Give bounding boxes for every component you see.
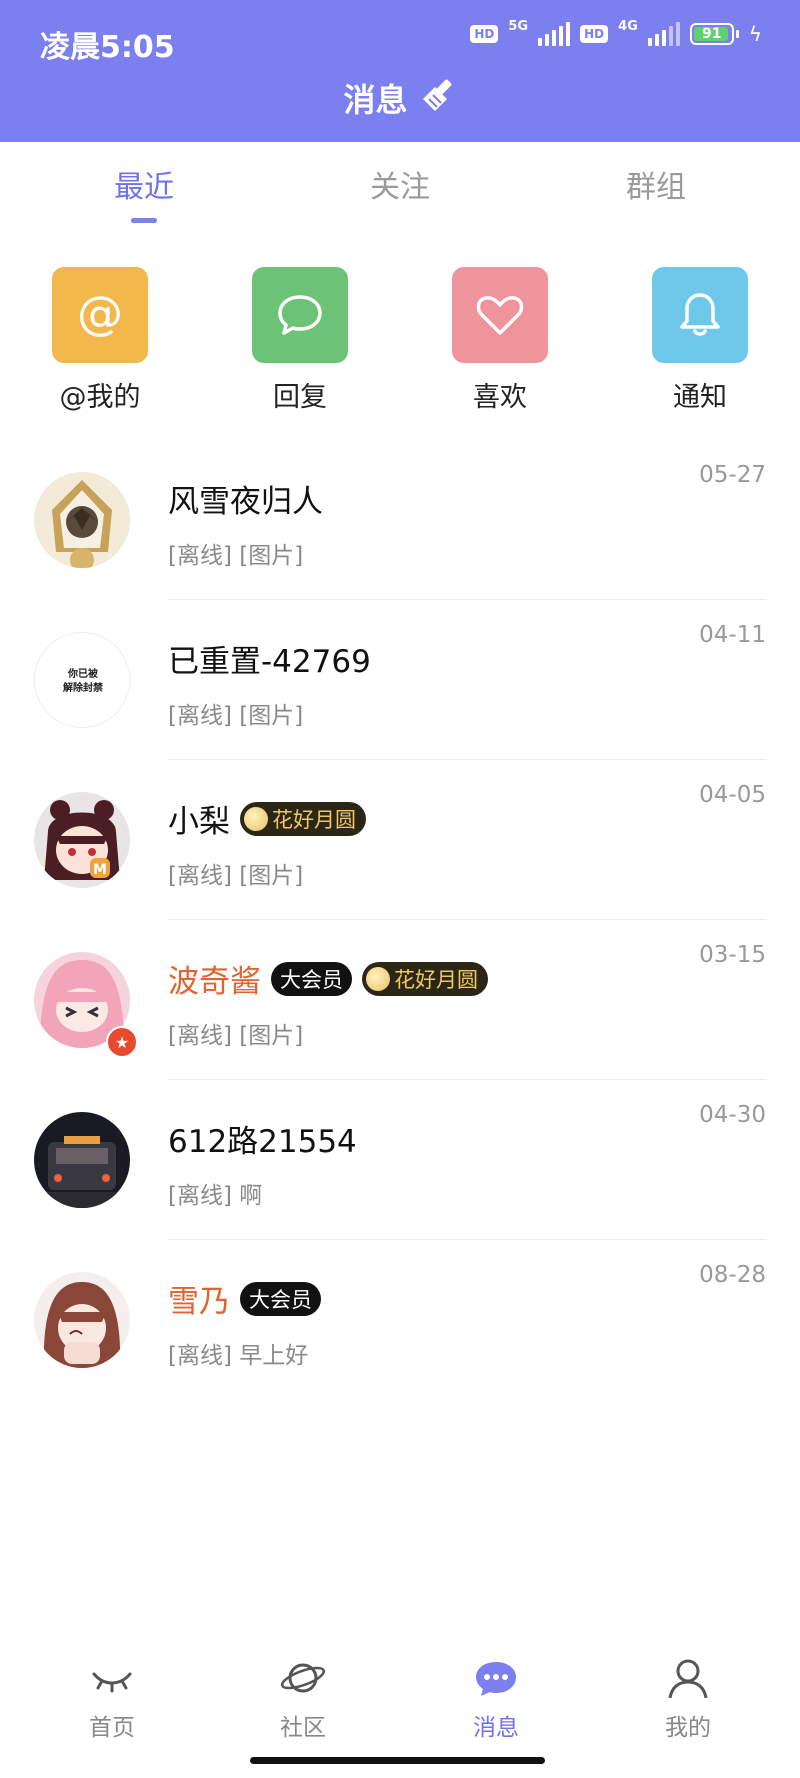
nav-messages[interactable]: 消息 <box>446 1658 546 1742</box>
hd-badge: HD <box>470 25 499 43</box>
signal-bars-icon-2 <box>647 22 680 46</box>
contact-name: 已重置-42769 <box>168 644 371 680</box>
avatar[interactable] <box>34 472 130 568</box>
conversation-row[interactable]: 风雪夜归人 [离线] [图片] 05-27 <box>0 440 800 600</box>
quick-actions: @ @我的 回复 喜欢 通知 <box>0 267 800 413</box>
nav-profile[interactable]: 我的 <box>638 1658 738 1742</box>
moon-badge-label: 花好月圆 <box>394 967 478 992</box>
nav-community[interactable]: 社区 <box>253 1658 353 1742</box>
vip-badge: 大会员 <box>271 961 352 996</box>
tab-following[interactable]: 关注 <box>370 162 430 206</box>
message-date: 05-27 <box>699 462 766 488</box>
conversation-row[interactable]: 雪乃 大会员 [离线] 早上好 08-28 <box>0 1240 800 1400</box>
svg-text:M: M <box>93 862 107 878</box>
nav-label: 社区 <box>280 1715 326 1741</box>
network-type-4g: 4G <box>618 18 638 34</box>
name-line: 风雪夜归人 <box>168 476 323 521</box>
message-icon <box>476 1662 516 1696</box>
bell-icon <box>652 267 748 363</box>
eye-closed-icon <box>92 1672 132 1693</box>
avatar[interactable] <box>34 1112 130 1208</box>
app-header: 凌晨5:05 HD 5G HD 4G 91 ϟ 消息 <box>0 0 800 142</box>
replies-button[interactable]: 回复 <box>240 267 360 414</box>
likes-button[interactable]: 喜欢 <box>440 267 560 414</box>
status-indicators: HD 5G HD 4G 91 ϟ <box>470 18 762 46</box>
notifications-button[interactable]: 通知 <box>640 267 760 414</box>
mentions-label: @我的 <box>59 382 141 413</box>
moon-badge: 花好月圆 <box>240 801 366 836</box>
moon-icon <box>366 966 390 991</box>
message-date: 04-05 <box>699 782 766 808</box>
conversation-row[interactable]: 612路21554 [离线] 啊 04-30 <box>0 1080 800 1240</box>
page-title: 消息 <box>343 81 408 119</box>
charging-icon: ϟ <box>748 22 762 46</box>
contact-name: 612路21554 <box>168 1124 357 1160</box>
nav-home[interactable]: 首页 <box>62 1658 162 1742</box>
planet-icon <box>280 1663 326 1693</box>
name-line: 已重置-42769 <box>168 636 371 681</box>
likes-label: 喜欢 <box>473 382 527 413</box>
name-line: 波奇酱 大会员 花好月圆 <box>168 956 488 1001</box>
notifications-label: 通知 <box>673 382 727 413</box>
conversation-row[interactable]: ★ 波奇酱 大会员 花好月圆 [离线] [图片] 03-15 <box>0 920 800 1080</box>
moon-icon <box>244 806 268 831</box>
at-icon: @ <box>52 267 148 363</box>
conversation-row[interactable]: 你已被 解除封禁 已重置-42769 [离线] [图片] 04-11 <box>0 600 800 760</box>
name-line: 小梨 花好月圆 <box>168 796 366 841</box>
message-tabs: 最近 关注 群组 <box>0 142 800 234</box>
svg-text:@: @ <box>77 287 123 340</box>
status-time: 凌晨5:05 <box>40 30 175 65</box>
tab-recent[interactable]: 最近 <box>114 162 174 206</box>
name-line: 612路21554 <box>168 1116 357 1161</box>
message-date: 03-15 <box>699 942 766 968</box>
avatar[interactable] <box>34 1272 130 1368</box>
nav-label: 首页 <box>89 1715 135 1741</box>
battery-tip <box>735 30 739 38</box>
nav-label: 消息 <box>473 1715 519 1741</box>
message-date: 08-28 <box>699 1262 766 1288</box>
hd-badge-2: HD <box>580 25 609 43</box>
contact-name: 雪乃 <box>168 1284 230 1320</box>
signal-bars-icon <box>538 22 571 46</box>
home-indicator[interactable] <box>250 1757 545 1764</box>
chat-bubble-icon <box>252 267 348 363</box>
tab-groups[interactable]: 群组 <box>626 162 686 206</box>
tab-active-indicator <box>131 218 157 223</box>
contact-name: 小梨 <box>168 804 230 840</box>
contact-name: 风雪夜归人 <box>168 484 323 520</box>
message-preview: [离线] [图片] <box>168 1023 304 1049</box>
message-preview: [离线] 早上好 <box>168 1343 309 1369</box>
person-icon <box>668 1659 708 1699</box>
avatar[interactable]: 你已被 解除封禁 <box>34 632 130 728</box>
header-title-wrap: 消息 <box>0 75 800 121</box>
conversation-row[interactable]: M 小梨 花好月圆 [离线] [图片] 04-05 <box>0 760 800 920</box>
vip-badge: 大会员 <box>240 1281 321 1316</box>
message-preview: [离线] [图片] <box>168 863 304 889</box>
bottom-nav: 首页 社区 消息 我的 <box>0 1640 800 1750</box>
message-preview: [离线] [图片] <box>168 543 304 569</box>
nav-label: 我的 <box>665 1715 711 1741</box>
broom-clear-icon[interactable] <box>419 77 457 119</box>
avatar[interactable]: M <box>34 792 130 888</box>
conversation-list: 风雪夜归人 [离线] [图片] 05-27 你已被 解除封禁 已重置-42769… <box>0 440 800 1400</box>
moon-badge-label: 花好月圆 <box>272 807 356 832</box>
network-type-5g: 5G <box>508 18 529 34</box>
message-date: 04-30 <box>699 1102 766 1128</box>
svg-text:你已被: 你已被 <box>67 667 99 680</box>
replies-label: 回复 <box>273 382 327 413</box>
battery-icon: 91 <box>689 23 734 45</box>
name-line: 雪乃 大会员 <box>168 1276 321 1321</box>
battery-percent: 91 <box>702 26 722 42</box>
heart-icon <box>452 267 548 363</box>
mentions-button[interactable]: @ @我的 <box>40 267 160 414</box>
message-date: 04-11 <box>699 622 766 648</box>
contact-name: 波奇酱 <box>168 964 261 1000</box>
star-badge-icon: ★ <box>106 1026 138 1058</box>
svg-text:解除封禁: 解除封禁 <box>63 681 103 694</box>
message-preview: [离线] [图片] <box>168 703 304 729</box>
message-preview: [离线] 啊 <box>168 1183 263 1209</box>
moon-badge: 花好月圆 <box>362 961 488 996</box>
